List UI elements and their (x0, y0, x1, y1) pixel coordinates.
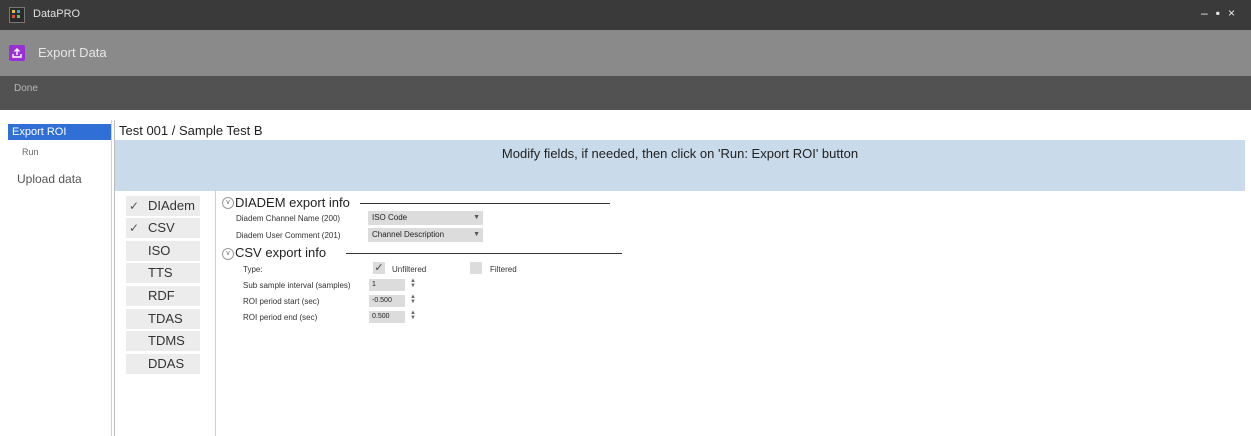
spinner-arrows-icon[interactable]: ▲ ▼ (410, 294, 416, 305)
csv-type-label: Type: (243, 265, 263, 274)
spinner-arrows-icon[interactable]: ▲ ▼ (410, 310, 416, 321)
left-nav (8, 120, 112, 436)
format-item-iso[interactable]: ISO (126, 241, 200, 261)
roi-start-label: ROI period start (sec) (243, 297, 320, 306)
format-checkbox[interactable] (129, 335, 141, 347)
breadcrumb: Test 001 / Sample Test B (119, 123, 263, 138)
format-label: TDMS (148, 333, 185, 348)
spinner-arrows-icon[interactable]: ▲ ▼ (410, 278, 416, 289)
format-label: ISO (148, 243, 171, 258)
done-button[interactable]: Done (14, 83, 38, 94)
collapse-chevron-icon[interactable]: v (222, 248, 234, 260)
diadem-channel-name-select[interactable]: ISO Code ▼ (368, 211, 483, 225)
format-item-tdas[interactable]: TDAS (126, 309, 200, 329)
sub-sample-input[interactable]: 1 (369, 279, 405, 291)
page-title: Export Data (38, 45, 107, 60)
format-label: TTS (148, 265, 173, 280)
instruction-text: Modify fields, if needed, then click on … (501, 146, 859, 161)
dropdown-arrow-icon: ▼ (473, 214, 480, 221)
unfiltered-checkbox[interactable]: ✓ (373, 262, 385, 274)
dropdown-arrow-icon: ▼ (473, 231, 480, 238)
roi-start-input[interactable]: -0.500 (369, 295, 405, 307)
select-value: Channel Description (372, 230, 445, 239)
action-bar (0, 76, 1251, 110)
title-bar (0, 0, 1251, 30)
format-item-tts[interactable]: TTS (126, 263, 200, 283)
sub-sample-label: Sub sample interval (samples) (243, 281, 351, 290)
format-label: TDAS (148, 311, 183, 326)
format-item-rdf[interactable]: RDF (126, 286, 200, 306)
format-item-csv[interactable]: ✓ CSV (126, 218, 200, 238)
datapro-logo-icon (9, 7, 25, 23)
format-checkbox[interactable]: ✓ (129, 222, 141, 234)
window-title: DataPRO (33, 8, 81, 20)
section-divider (360, 203, 610, 204)
section-divider (346, 253, 622, 254)
format-label: CSV (148, 220, 175, 235)
format-label: DIAdem (148, 198, 195, 213)
minimize-button[interactable]: – (1201, 6, 1216, 20)
roi-end-label: ROI period end (sec) (243, 313, 318, 322)
unfiltered-label: Unfiltered (392, 265, 427, 274)
maximize-button[interactable]: ▪ (1216, 6, 1228, 20)
format-label: RDF (148, 288, 175, 303)
format-checkbox[interactable] (129, 267, 141, 279)
filtered-label: Filtered (490, 265, 517, 274)
diadem-user-comment-select[interactable]: Channel Description ▼ (368, 228, 483, 242)
format-item-ddas[interactable]: DDAS (126, 354, 200, 374)
format-checkbox[interactable] (129, 245, 141, 257)
nav-item-upload-data[interactable]: Upload data (17, 172, 82, 186)
roi-end-input[interactable]: 0.500 (369, 311, 405, 323)
diadem-channel-name-label: Diadem Channel Name (200) (236, 214, 341, 223)
format-checkbox[interactable] (129, 313, 141, 325)
format-item-diadem[interactable]: ✓ DIAdem (126, 196, 200, 216)
format-item-tdms[interactable]: TDMS (126, 331, 200, 351)
close-button[interactable]: × (1228, 6, 1243, 20)
format-label: DDAS (148, 356, 185, 371)
format-checkbox[interactable] (129, 290, 141, 302)
nav-item-export-roi[interactable]: Export ROI (8, 124, 111, 140)
collapse-chevron-icon[interactable]: v (222, 197, 234, 209)
section-title-diadem: DIADEM export info (235, 195, 350, 210)
window-controls: –▪× (1201, 6, 1243, 20)
select-value: ISO Code (372, 213, 408, 222)
page-toolbar (0, 30, 1251, 76)
filtered-checkbox[interactable] (470, 262, 482, 274)
nav-item-run[interactable]: Run (22, 147, 39, 157)
export-upload-icon (9, 45, 25, 61)
diadem-user-comment-label: Diadem User Comment (201) (236, 231, 341, 240)
section-title-csv: CSV export info (235, 245, 327, 260)
format-checkbox[interactable]: ✓ (129, 200, 141, 212)
instruction-banner: Modify fields, if needed, then click on … (115, 140, 1245, 191)
format-checkbox[interactable] (129, 358, 141, 370)
